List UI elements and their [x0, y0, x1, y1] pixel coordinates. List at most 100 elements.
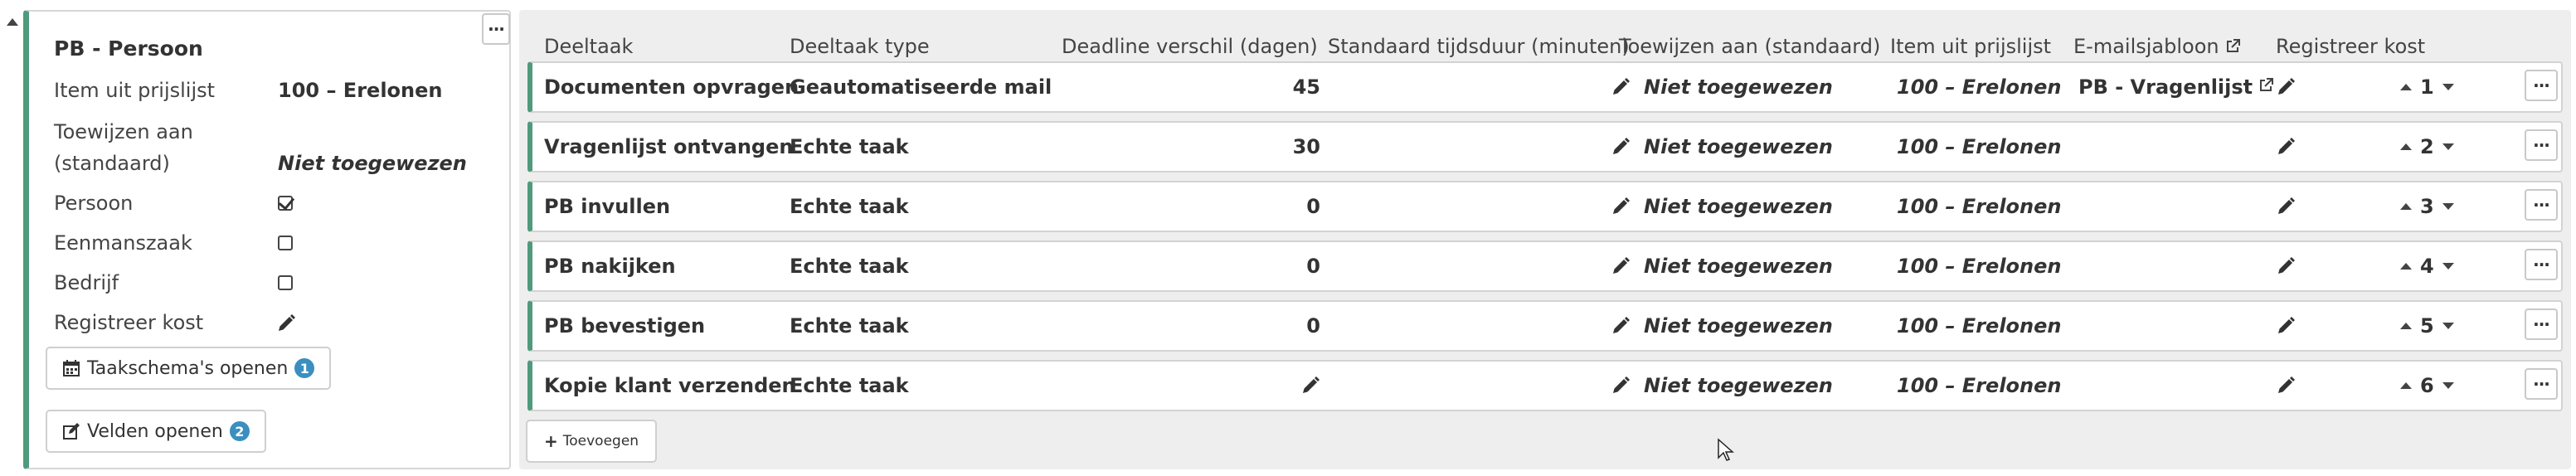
field-label-registreer-kost: Registreer kost	[54, 311, 204, 334]
deadline-value[interactable]: 30	[1063, 123, 1320, 171]
subtask-type[interactable]: Echte taak	[790, 302, 909, 350]
email-template-link[interactable]: PB - Vragenlijst	[2078, 63, 2274, 111]
checkbox-persoon[interactable]	[278, 193, 295, 211]
more-icon: ···	[488, 19, 505, 39]
order-control[interactable]: 3	[2400, 182, 2454, 231]
table-row[interactable]: Vragenlijst ontvangen Echte taak 30 Niet to…	[527, 121, 2563, 172]
price-item-value[interactable]: 100 – Erelonen	[1897, 362, 2061, 410]
table-row[interactable]: Documenten opvragen Geautomatiseerde mail…	[527, 61, 2563, 113]
price-item-value[interactable]: 100 – Erelonen	[1897, 63, 2061, 111]
plus-icon: +	[544, 431, 558, 451]
table-row[interactable]: PB invullen Echte taak 0 Niet toegewezen 100…	[527, 181, 2563, 232]
table-row[interactable]: PB nakijken Echte taak 0 Niet toegewezen 100…	[527, 240, 2563, 292]
price-item-value[interactable]: 100 – Erelonen	[1897, 182, 2061, 231]
collapse-arrow-icon[interactable]	[7, 18, 18, 26]
pencil-icon[interactable]	[1611, 182, 1631, 231]
field-label-price-item: Item uit prijslijst	[54, 79, 216, 102]
price-item-value[interactable]: 100 – Erelonen	[1897, 302, 2061, 350]
row-more-button[interactable]: ···	[2525, 129, 2558, 161]
row-more-button[interactable]: ···	[2525, 368, 2558, 400]
move-up-icon[interactable]	[2400, 263, 2412, 270]
pencil-icon[interactable]	[2276, 63, 2296, 111]
move-up-icon[interactable]	[2400, 143, 2412, 150]
order-value: 4	[2420, 255, 2434, 278]
move-up-icon[interactable]	[2400, 382, 2412, 389]
subtask-name[interactable]: PB invullen	[544, 182, 670, 231]
move-down-icon[interactable]	[2442, 382, 2454, 389]
panel-more-button[interactable]: ···	[482, 13, 510, 45]
assign-value[interactable]: Niet toegewezen	[1644, 182, 1833, 231]
price-item-value[interactable]: 100 – Erelonen	[1897, 242, 2061, 290]
assign-value[interactable]: Niet toegewezen	[1644, 242, 1833, 290]
checkbox-eenmanszaak[interactable]	[278, 236, 293, 250]
price-item-value[interactable]: 100 – Erelonen	[1897, 123, 2061, 171]
subtask-name[interactable]: Vragenlijst ontvangen	[544, 123, 793, 171]
pencil-icon[interactable]	[1611, 362, 1631, 410]
order-control[interactable]: 6	[2400, 362, 2454, 410]
subtask-type[interactable]: Echte taak	[790, 362, 909, 410]
assign-value[interactable]: Niet toegewezen	[1644, 302, 1833, 350]
move-down-icon[interactable]	[2442, 323, 2454, 329]
deadline-value[interactable]: 0	[1063, 242, 1320, 290]
row-more-button[interactable]: ···	[2525, 70, 2558, 101]
subtask-type[interactable]: Echte taak	[790, 242, 909, 290]
pencil-icon[interactable]	[1611, 123, 1631, 171]
header-item-uit-prijslijst: Item uit prijslijst	[1890, 35, 2052, 58]
order-control[interactable]: 5	[2400, 302, 2454, 350]
order-control[interactable]: 4	[2400, 242, 2454, 290]
checkbox-bedrijf[interactable]	[278, 275, 293, 290]
open-task-schedules-button[interactable]: Taakschema's openen 1	[46, 347, 332, 390]
pencil-icon[interactable]	[1300, 362, 1320, 410]
panel-title: PB - Persoon	[54, 36, 203, 61]
add-subtask-button[interactable]: + Toevoegen	[526, 420, 658, 463]
pencil-icon[interactable]	[1611, 242, 1631, 290]
move-up-icon[interactable]	[2400, 203, 2412, 210]
move-down-icon[interactable]	[2442, 143, 2454, 150]
subtask-type[interactable]: Echte taak	[790, 123, 909, 171]
move-down-icon[interactable]	[2442, 84, 2454, 90]
move-down-icon[interactable]	[2442, 263, 2454, 270]
move-up-icon[interactable]	[2400, 84, 2412, 90]
checkmark-icon	[278, 193, 295, 211]
subtask-name[interactable]: Kopie klant verzenden	[544, 362, 796, 410]
open-fields-button[interactable]: Velden openen 2	[46, 410, 266, 453]
move-down-icon[interactable]	[2442, 203, 2454, 210]
pencil-icon[interactable]	[2276, 242, 2296, 290]
subtask-type[interactable]: Geautomatiseerde mail	[790, 63, 1052, 111]
subtask-name[interactable]: Documenten opvragen	[544, 63, 799, 111]
assign-value[interactable]: Niet toegewezen	[1644, 63, 1833, 111]
pencil-icon[interactable]	[276, 313, 296, 333]
header-email-sjabloon-label: E-mailsjabloon	[2073, 35, 2219, 58]
pencil-icon[interactable]	[2276, 123, 2296, 171]
field-value-price-item[interactable]: 100 – Erelonen	[278, 75, 442, 106]
table-row[interactable]: PB bevestigen Echte taak 0 Niet toegewezen 1…	[527, 300, 2563, 352]
pencil-icon[interactable]	[2276, 362, 2296, 410]
subtask-table: Deeltaak Deeltaak type Deadline verschil…	[519, 10, 2571, 469]
order-control[interactable]: 1	[2400, 63, 2454, 111]
table-row[interactable]: Kopie klant verzenden Echte taak Niet toeg…	[527, 360, 2563, 411]
more-icon: ···	[2533, 75, 2550, 95]
deadline-value[interactable]: 0	[1063, 182, 1320, 231]
subtask-name[interactable]: PB bevestigen	[544, 302, 705, 350]
header-deadline-verschil: Deadline verschil (dagen)	[1062, 35, 1318, 58]
move-up-icon[interactable]	[2400, 323, 2412, 329]
pencil-icon[interactable]	[2276, 182, 2296, 231]
subtask-type[interactable]: Echte taak	[790, 182, 909, 231]
row-more-button[interactable]: ···	[2525, 249, 2558, 280]
field-label-bedrijf: Bedrijf	[54, 271, 119, 294]
task-template-panel: PB - Persoon ··· Item uit prijslijst 100…	[23, 10, 511, 469]
assign-value[interactable]: Niet toegewezen	[1644, 123, 1833, 171]
pencil-icon[interactable]	[1611, 302, 1631, 350]
subtask-name[interactable]: PB nakijken	[544, 242, 676, 290]
field-label-eenmanszaak: Eenmanszaak	[54, 231, 192, 255]
deadline-value[interactable]: 45	[1063, 63, 1320, 111]
header-toewijzen-aan: Toewijzen aan (standaard)	[1619, 35, 1881, 58]
row-more-button[interactable]: ···	[2525, 189, 2558, 221]
field-value-assign[interactable]: Niet toegewezen	[278, 148, 467, 179]
pencil-icon[interactable]	[2276, 302, 2296, 350]
pencil-icon[interactable]	[1611, 63, 1631, 111]
row-more-button[interactable]: ···	[2525, 308, 2558, 340]
deadline-value[interactable]: 0	[1063, 302, 1320, 350]
order-control[interactable]: 2	[2400, 123, 2454, 171]
assign-value[interactable]: Niet toegewezen	[1644, 362, 1833, 410]
